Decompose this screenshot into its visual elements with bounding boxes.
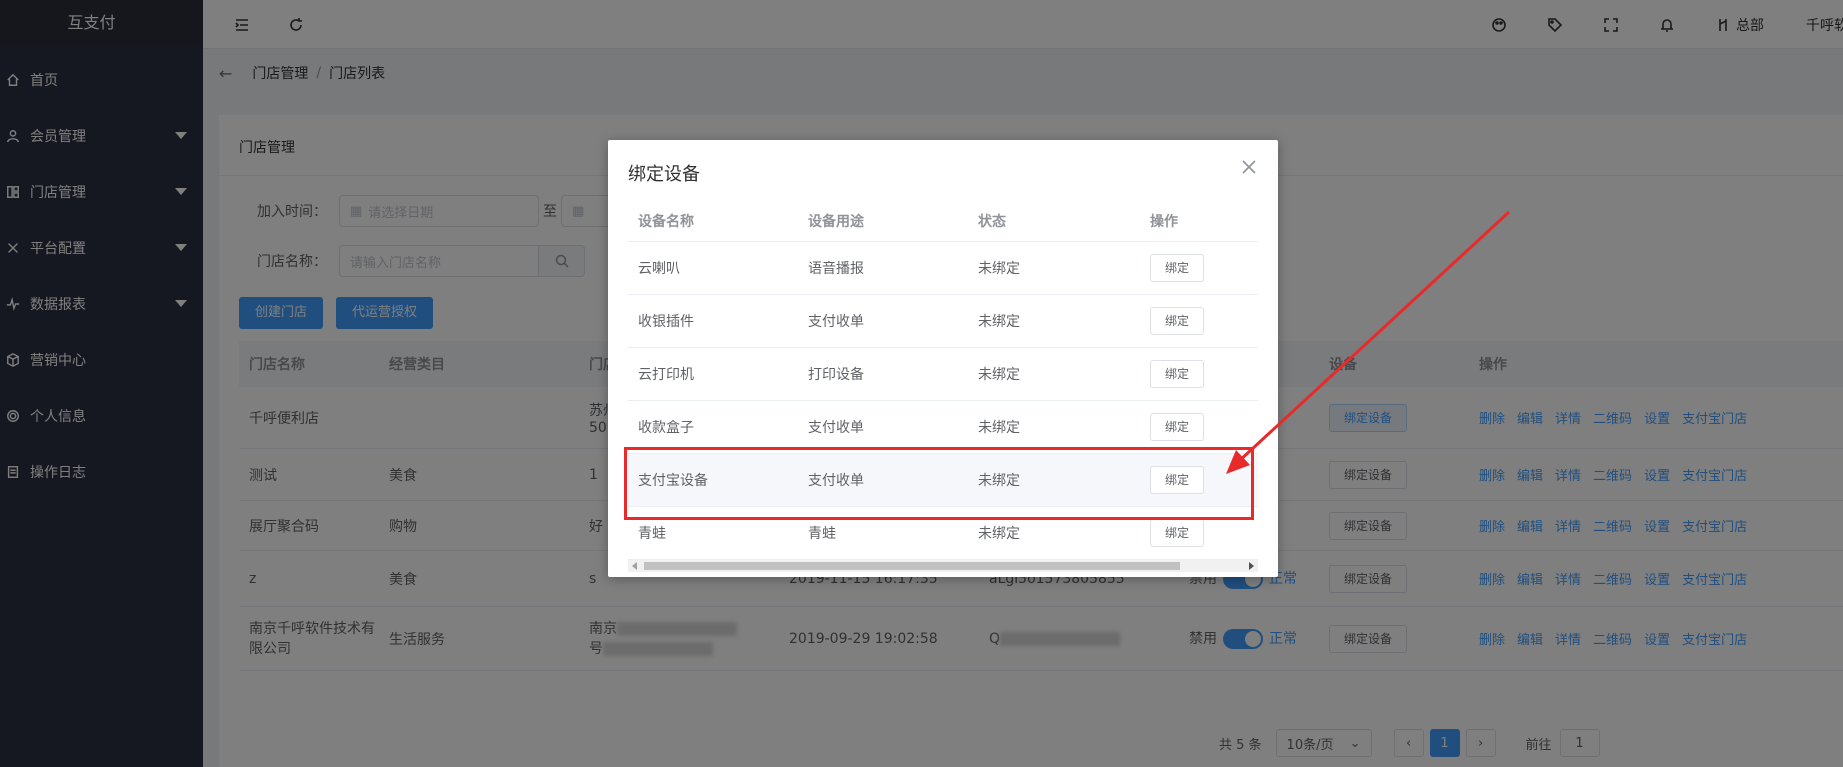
- bind-button[interactable]: 绑定: [1150, 360, 1205, 388]
- horizontal-scrollbar[interactable]: [628, 560, 1258, 572]
- bind-button[interactable]: 绑定: [1150, 254, 1205, 282]
- bind-button[interactable]: 绑定: [1150, 307, 1205, 335]
- device-status-cell: 未绑定: [978, 261, 1020, 277]
- device-name-cell: 云喇叭: [638, 261, 680, 277]
- device-status-cell: 未绑定: [978, 420, 1020, 436]
- device-name-cell: 收款盒子: [638, 420, 694, 436]
- scroll-thumb[interactable]: [644, 562, 1180, 570]
- device-name-cell: 青蛙: [638, 526, 666, 542]
- col-device-op: 操作: [1150, 213, 1178, 230]
- device-name-cell: 云打印机: [638, 367, 694, 383]
- dialog-title: 绑定设备: [628, 164, 700, 185]
- scroll-left-icon[interactable]: [632, 562, 637, 570]
- device-use-cell: 青蛙: [808, 526, 836, 542]
- device-status-cell: 未绑定: [978, 526, 1020, 542]
- device-row: 云打印机 打印设备 未绑定 绑定: [628, 348, 1258, 401]
- device-use-cell: 语音播报: [808, 261, 864, 277]
- bind-button[interactable]: 绑定: [1150, 413, 1205, 441]
- device-op-cell: 绑定: [1140, 519, 1258, 547]
- device-op-cell: 绑定: [1140, 254, 1258, 282]
- device-use-cell: 打印设备: [808, 367, 864, 383]
- device-op-cell: 绑定: [1140, 307, 1258, 335]
- device-op-cell: 绑定: [1140, 413, 1258, 441]
- device-status-cell: 未绑定: [978, 314, 1020, 330]
- col-device-status: 状态: [978, 213, 1006, 230]
- annotation-highlight-box: [624, 447, 1254, 520]
- device-use-cell: 支付收单: [808, 314, 864, 330]
- device-status-cell: 未绑定: [978, 367, 1020, 383]
- device-name-cell: 收银插件: [638, 314, 694, 330]
- device-row: 云喇叭 语音播报 未绑定 绑定: [628, 242, 1258, 295]
- bind-button[interactable]: 绑定: [1150, 519, 1205, 547]
- close-icon[interactable]: [1242, 160, 1258, 176]
- col-device-use: 设备用途: [808, 213, 864, 230]
- device-use-cell: 支付收单: [808, 420, 864, 436]
- scroll-right-icon[interactable]: [1249, 562, 1254, 570]
- device-table-header: 设备名称 设备用途 状态 操作: [628, 200, 1258, 242]
- device-op-cell: 绑定: [1140, 360, 1258, 388]
- col-device-name: 设备名称: [638, 213, 694, 230]
- device-row: 收银插件 支付收单 未绑定 绑定: [628, 295, 1258, 348]
